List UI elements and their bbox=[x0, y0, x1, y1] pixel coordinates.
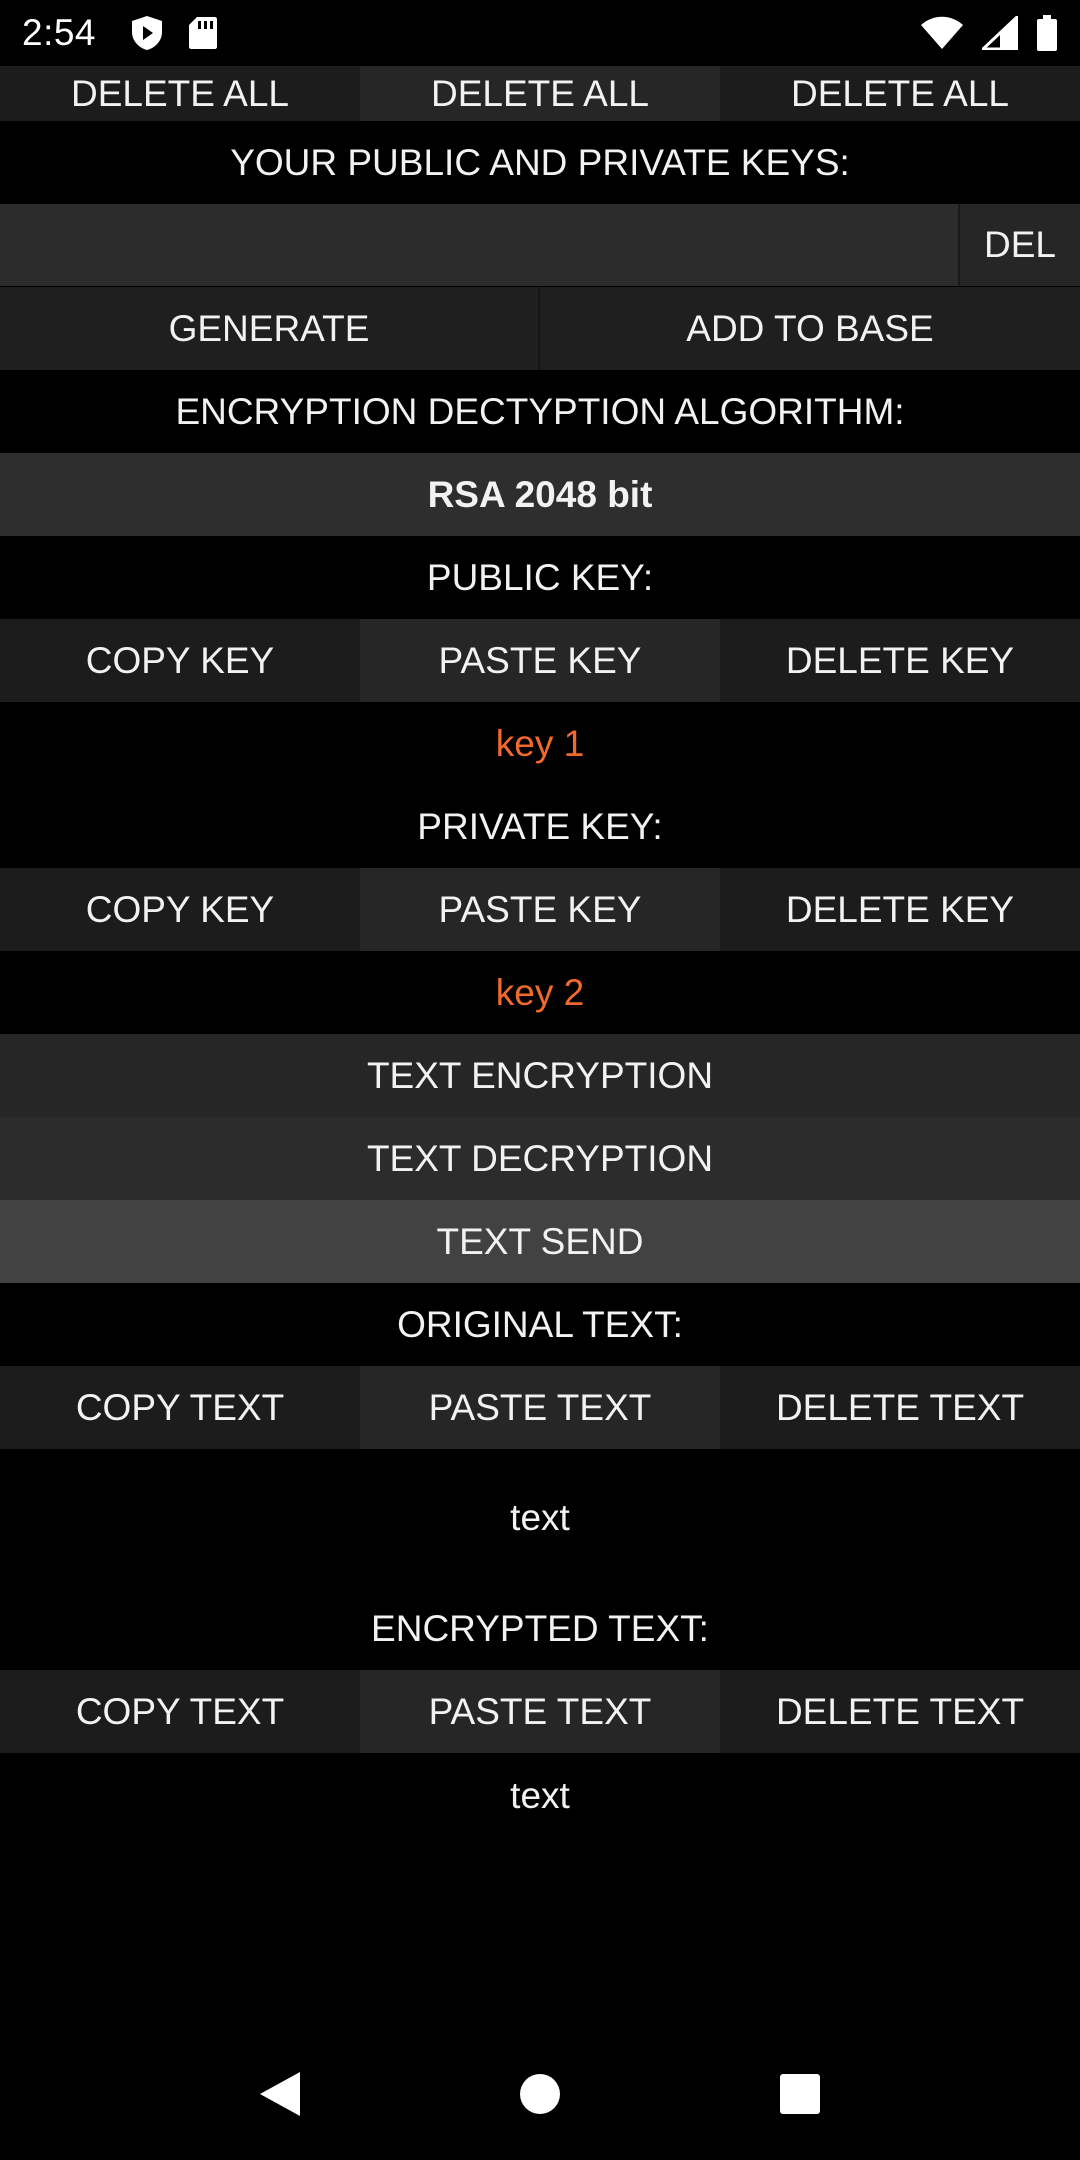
public-key-value[interactable]: key 1 bbox=[0, 702, 1080, 785]
original-text-title: ORIGINAL TEXT: bbox=[0, 1283, 1080, 1366]
home-icon[interactable] bbox=[480, 2049, 600, 2139]
wifi-icon bbox=[920, 16, 964, 50]
key-select-row: DEL bbox=[0, 204, 1080, 287]
battery-icon bbox=[1036, 15, 1058, 51]
decrypt-row: TEXT DECRYPTION bbox=[0, 1117, 1080, 1200]
app-screen: 2:54 DELETE ALL DELETE ALL DELETE ALL YO… bbox=[0, 0, 1080, 2160]
delete-public-key-button[interactable]: DELETE KEY bbox=[720, 619, 1080, 702]
text-encryption-button[interactable]: TEXT ENCRYPTION bbox=[0, 1034, 1080, 1117]
encrypted-text-title-row: ENCRYPTED TEXT: bbox=[0, 1587, 1080, 1670]
paste-private-key-button[interactable]: PASTE KEY bbox=[360, 868, 720, 951]
original-text-field[interactable]: text bbox=[0, 1449, 1080, 1587]
delete-original-text-button[interactable]: DELETE TEXT bbox=[720, 1366, 1080, 1449]
private-key-title: PRIVATE KEY: bbox=[0, 785, 1080, 868]
keys-title-row: YOUR PUBLIC AND PRIVATE KEYS: bbox=[0, 121, 1080, 204]
private-key-title-row: PRIVATE KEY: bbox=[0, 785, 1080, 868]
encrypted-text-area: text bbox=[0, 1753, 1080, 1891]
copy-private-key-button[interactable]: COPY KEY bbox=[0, 868, 360, 951]
shield-icon bbox=[130, 15, 164, 51]
paste-encrypted-text-button[interactable]: PASTE TEXT bbox=[360, 1670, 720, 1753]
delete-all-button-1[interactable]: DELETE ALL bbox=[0, 66, 360, 121]
delete-all-button-2[interactable]: DELETE ALL bbox=[360, 66, 720, 121]
status-bar: 2:54 bbox=[0, 0, 1080, 66]
back-icon[interactable] bbox=[220, 2049, 340, 2139]
public-key-title: PUBLIC KEY: bbox=[0, 536, 1080, 619]
saved-keys-selector[interactable] bbox=[0, 204, 958, 286]
generate-button[interactable]: GENERATE bbox=[0, 287, 540, 370]
copy-original-text-button[interactable]: COPY TEXT bbox=[0, 1366, 360, 1449]
private-key-value[interactable]: key 2 bbox=[0, 951, 1080, 1034]
text-send-button[interactable]: TEXT SEND bbox=[0, 1200, 1080, 1283]
encrypted-text-field[interactable]: text bbox=[0, 1753, 1080, 1891]
delete-encrypted-text-button[interactable]: DELETE TEXT bbox=[720, 1670, 1080, 1753]
private-key-value-row: key 2 bbox=[0, 951, 1080, 1034]
del-button[interactable]: DEL bbox=[958, 204, 1080, 286]
sd-card-icon bbox=[188, 16, 218, 50]
encrypt-row: TEXT ENCRYPTION bbox=[0, 1034, 1080, 1117]
delete-all-row: DELETE ALL DELETE ALL DELETE ALL bbox=[0, 66, 1080, 121]
copy-public-key-button[interactable]: COPY KEY bbox=[0, 619, 360, 702]
delete-private-key-button[interactable]: DELETE KEY bbox=[720, 868, 1080, 951]
original-text-area: text bbox=[0, 1449, 1080, 1587]
algorithm-selector[interactable]: RSA 2048 bit bbox=[0, 453, 1080, 536]
algorithm-title-row: ENCRYPTION DECTYPTION ALGORITHM: bbox=[0, 370, 1080, 453]
status-right bbox=[902, 15, 1058, 51]
status-time: 2:54 bbox=[22, 12, 97, 53]
encrypted-text-actions: COPY TEXT PASTE TEXT DELETE TEXT bbox=[0, 1670, 1080, 1753]
navigation-bar bbox=[0, 2028, 1080, 2160]
algorithm-title: ENCRYPTION DECTYPTION ALGORITHM: bbox=[0, 370, 1080, 453]
paste-original-text-button[interactable]: PASTE TEXT bbox=[360, 1366, 720, 1449]
copy-encrypted-text-button[interactable]: COPY TEXT bbox=[0, 1670, 360, 1753]
keys-section-title: YOUR PUBLIC AND PRIVATE KEYS: bbox=[0, 121, 1080, 204]
delete-all-button-3[interactable]: DELETE ALL bbox=[720, 66, 1080, 121]
public-key-value-row: key 1 bbox=[0, 702, 1080, 785]
add-to-base-button[interactable]: ADD TO BASE bbox=[540, 287, 1080, 370]
private-key-actions: COPY KEY PASTE KEY DELETE KEY bbox=[0, 868, 1080, 951]
encrypted-text-title: ENCRYPTED TEXT: bbox=[0, 1587, 1080, 1670]
text-decryption-button[interactable]: TEXT DECRYPTION bbox=[0, 1117, 1080, 1200]
public-key-actions: COPY KEY PASTE KEY DELETE KEY bbox=[0, 619, 1080, 702]
signal-icon bbox=[982, 16, 1018, 50]
recents-icon[interactable] bbox=[740, 2049, 860, 2139]
original-text-actions: COPY TEXT PASTE TEXT DELETE TEXT bbox=[0, 1366, 1080, 1449]
public-key-title-row: PUBLIC KEY: bbox=[0, 536, 1080, 619]
paste-public-key-button[interactable]: PASTE KEY bbox=[360, 619, 720, 702]
generate-row: GENERATE ADD TO BASE bbox=[0, 287, 1080, 370]
original-text-title-row: ORIGINAL TEXT: bbox=[0, 1283, 1080, 1366]
send-row: TEXT SEND bbox=[0, 1200, 1080, 1283]
algorithm-row: RSA 2048 bit bbox=[0, 453, 1080, 536]
